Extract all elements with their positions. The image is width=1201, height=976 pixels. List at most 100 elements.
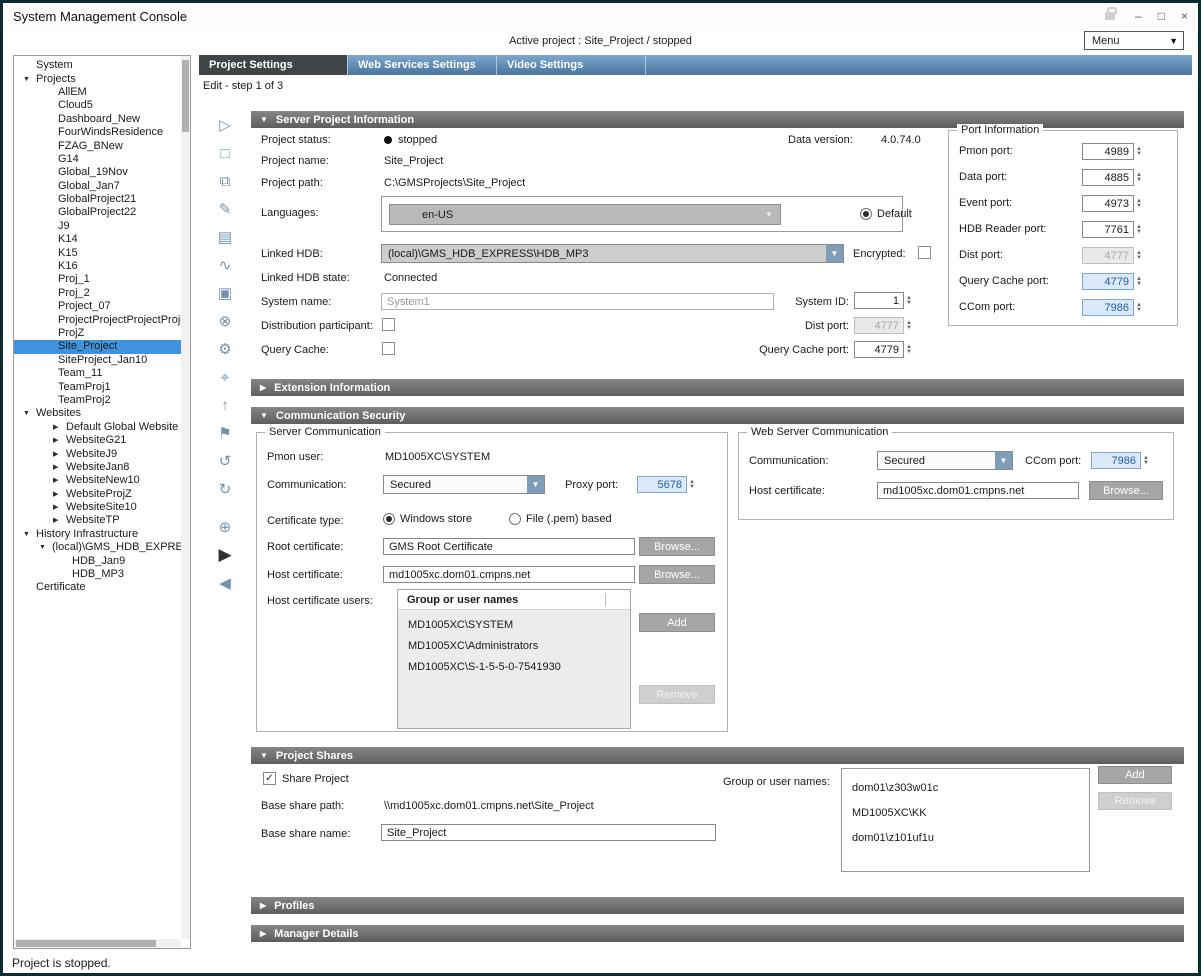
collapsed-arrow-icon[interactable]: ▶ [53, 461, 63, 474]
remove-group-button[interactable]: Remove [1098, 792, 1172, 810]
expanded-arrow-icon[interactable]: ▼ [23, 73, 33, 86]
tab-video-settings[interactable]: Video Settings [497, 55, 646, 75]
menu-dropdown[interactable]: Menu ▼ [1084, 31, 1184, 50]
activate-icon[interactable]: ▶ [211, 541, 239, 569]
collapsed-arrow-icon[interactable]: ▶ [53, 421, 63, 434]
spinner-arrows-icon[interactable]: ▲▼ [1134, 143, 1145, 160]
radio-icon[interactable] [383, 513, 395, 525]
tree-item-hdb-jan9[interactable]: HDB_Jan9 [14, 554, 181, 567]
upload-icon[interactable]: ↑ [211, 391, 239, 419]
system-name-field[interactable]: System1 [381, 293, 774, 310]
tree-horizontal-scrollbar-thumb[interactable] [16, 940, 156, 947]
edit-project-icon[interactable]: ✎ [211, 195, 239, 223]
tree-item-fourwindsresidence[interactable]: FourWindsResidence [14, 126, 181, 139]
tab-web-services-settings[interactable]: Web Services Settings [348, 55, 497, 75]
port-spinner-3[interactable]: 4973▲▼ [1082, 195, 1145, 212]
tree-item-k15[interactable]: K15 [14, 246, 181, 259]
tree-item-projects[interactable]: ▼Projects [14, 72, 181, 85]
tree-item-websitejan8[interactable]: ▶WebsiteJan8 [14, 461, 181, 474]
spinner-arrows-icon[interactable]: ▲▼ [1141, 452, 1152, 469]
tree-vertical-scrollbar-thumb[interactable] [182, 60, 189, 132]
host-certificate-users-list[interactable]: Group or user names MD1005XC\SYSTEMMD100… [397, 589, 631, 729]
tree-item-allem[interactable]: AllEM [14, 86, 181, 99]
stop-project-icon[interactable]: □ [211, 139, 239, 167]
expanded-arrow-icon[interactable]: ▼ [23, 407, 33, 420]
port-spinner-1[interactable]: 4989▲▼ [1082, 143, 1145, 160]
group-list-item[interactable]: dom01\z303w01c [842, 775, 1089, 800]
linked-hdb-dropdown[interactable]: (local)\GMS_HDB_EXPRESS\HDB_MP3 ▼ [381, 244, 844, 263]
dist-port-spinner[interactable]: 4777 ▲▼ [854, 317, 915, 334]
root-certificate-browse-button[interactable]: Browse... [639, 537, 715, 556]
tree-item-proj-1[interactable]: Proj_1 [14, 273, 181, 286]
communication-dropdown[interactable]: Secured ▼ [383, 475, 545, 494]
default-language-radio[interactable]: Default [860, 208, 912, 220]
tree-item-globalproject22[interactable]: GlobalProject22 [14, 206, 181, 219]
tree-item-history-infrastructure[interactable]: ▼History Infrastructure [14, 528, 181, 541]
tree-item-websitenew10[interactable]: ▶WebsiteNew10 [14, 474, 181, 487]
tree-item-j9[interactable]: J9 [14, 220, 181, 233]
tree-item-k14[interactable]: K14 [14, 233, 181, 246]
distribution-participant-checkbox[interactable] [382, 318, 395, 331]
port-spinner-6[interactable]: 4779▲▼ [1082, 273, 1145, 290]
radio-icon[interactable] [509, 513, 521, 525]
backup-icon[interactable]: ↻ [211, 475, 239, 503]
collapsed-arrow-icon[interactable]: ▶ [53, 488, 63, 501]
tree-item-projectprojectprojectproje[interactable]: ProjectProjectProjectProje [14, 313, 181, 326]
proxy-port-spinner[interactable]: 5678 ▲▼ [637, 476, 698, 493]
section-header-communication-security[interactable]: ▼ Communication Security [251, 407, 1184, 424]
spinner-arrows-icon[interactable]: ▲▼ [904, 341, 915, 358]
tree-horizontal-scrollbar[interactable] [14, 939, 181, 948]
tree-item-projz[interactable]: ProjZ [14, 327, 181, 340]
tree-item-hdb-mp3[interactable]: HDB_MP3 [14, 568, 181, 581]
users-list-header[interactable]: Group or user names [398, 590, 630, 610]
tree-item-websitesite10[interactable]: ▶WebsiteSite10 [14, 501, 181, 514]
tree-item-global-jan7[interactable]: Global_Jan7 [14, 180, 181, 193]
history-chart-icon[interactable]: ∿ [211, 251, 239, 279]
locate-icon[interactable]: ⌖ [211, 363, 239, 391]
group-list-item[interactable]: MD1005XC\KK [842, 800, 1089, 825]
dropdown-arrow-icon[interactable]: ▼ [995, 452, 1012, 469]
host-certificate-field[interactable]: md1005xc.dom01.cmpns.net [383, 566, 635, 583]
proxy-port-value[interactable]: 5678 [637, 476, 687, 493]
tree-item-default-global-website[interactable]: ▶Default Global Website [14, 421, 181, 434]
dropdown-arrow-icon[interactable]: ▼ [527, 476, 544, 493]
tree-item-websiteprojz[interactable]: ▶WebsiteProjZ [14, 488, 181, 501]
port-spinner-4-value[interactable]: 7761 [1082, 221, 1134, 238]
port-spinner-4[interactable]: 7761▲▼ [1082, 221, 1145, 238]
spinner-arrows-icon[interactable]: ▲▼ [1134, 195, 1145, 212]
add-user-button[interactable]: Add [639, 613, 715, 632]
section-header-project-shares[interactable]: ▼ Project Shares [251, 747, 1184, 764]
deactivate-icon[interactable]: ◀ [211, 569, 239, 597]
radio-icon[interactable] [860, 208, 872, 220]
port-spinner-3-value[interactable]: 4973 [1082, 195, 1134, 212]
port-spinner-6-value[interactable]: 4779 [1082, 273, 1134, 290]
share-project-checkbox[interactable]: ✓ [263, 772, 276, 785]
tree-item-websites[interactable]: ▼Websites [14, 407, 181, 420]
system-id-spinner[interactable]: 1 ▲▼ [854, 292, 915, 309]
tree-item-websitetp[interactable]: ▶WebsiteTP [14, 514, 181, 527]
tree-item-dashboard-new[interactable]: Dashboard_New [14, 113, 181, 126]
tree-item-fzag-bnew[interactable]: FZAG_BNew [14, 139, 181, 152]
port-spinner-5-value[interactable]: 4777 [1082, 247, 1134, 264]
spinner-arrows-icon[interactable]: ▲▼ [1134, 221, 1145, 238]
spinner-arrows-icon[interactable]: ▲▼ [904, 317, 915, 334]
query-cache-checkbox[interactable] [382, 342, 395, 355]
windows-store-radio[interactable]: Windows store [383, 513, 472, 525]
expanded-arrow-icon[interactable]: ▼ [23, 528, 33, 541]
section-header-profiles[interactable]: ▶ Profiles [251, 897, 1184, 914]
tree-item-system[interactable]: System [14, 59, 181, 72]
query-cache-port-spinner[interactable]: 4779 ▲▼ [854, 341, 915, 358]
dropdown-arrow-icon[interactable]: ▼ [758, 205, 780, 224]
tree-item-g14[interactable]: G14 [14, 153, 181, 166]
tree-item-team-11[interactable]: Team_11 [14, 367, 181, 380]
edit-website-icon[interactable]: ▤ [211, 223, 239, 251]
file-pem-radio[interactable]: File (.pem) based [509, 513, 612, 525]
port-spinner-7-value[interactable]: 7986 [1082, 299, 1134, 316]
query-cache-port-value[interactable]: 4779 [854, 341, 904, 358]
spinner-arrows-icon[interactable]: ▲▼ [1134, 273, 1145, 290]
delete-icon[interactable]: ⊗ [211, 307, 239, 335]
root-certificate-field[interactable]: GMS Root Certificate [383, 538, 635, 555]
spinner-arrows-icon[interactable]: ▲▼ [687, 476, 698, 493]
user-list-item[interactable]: MD1005XC\Administrators [398, 635, 630, 656]
system-id-value[interactable]: 1 [854, 292, 904, 309]
